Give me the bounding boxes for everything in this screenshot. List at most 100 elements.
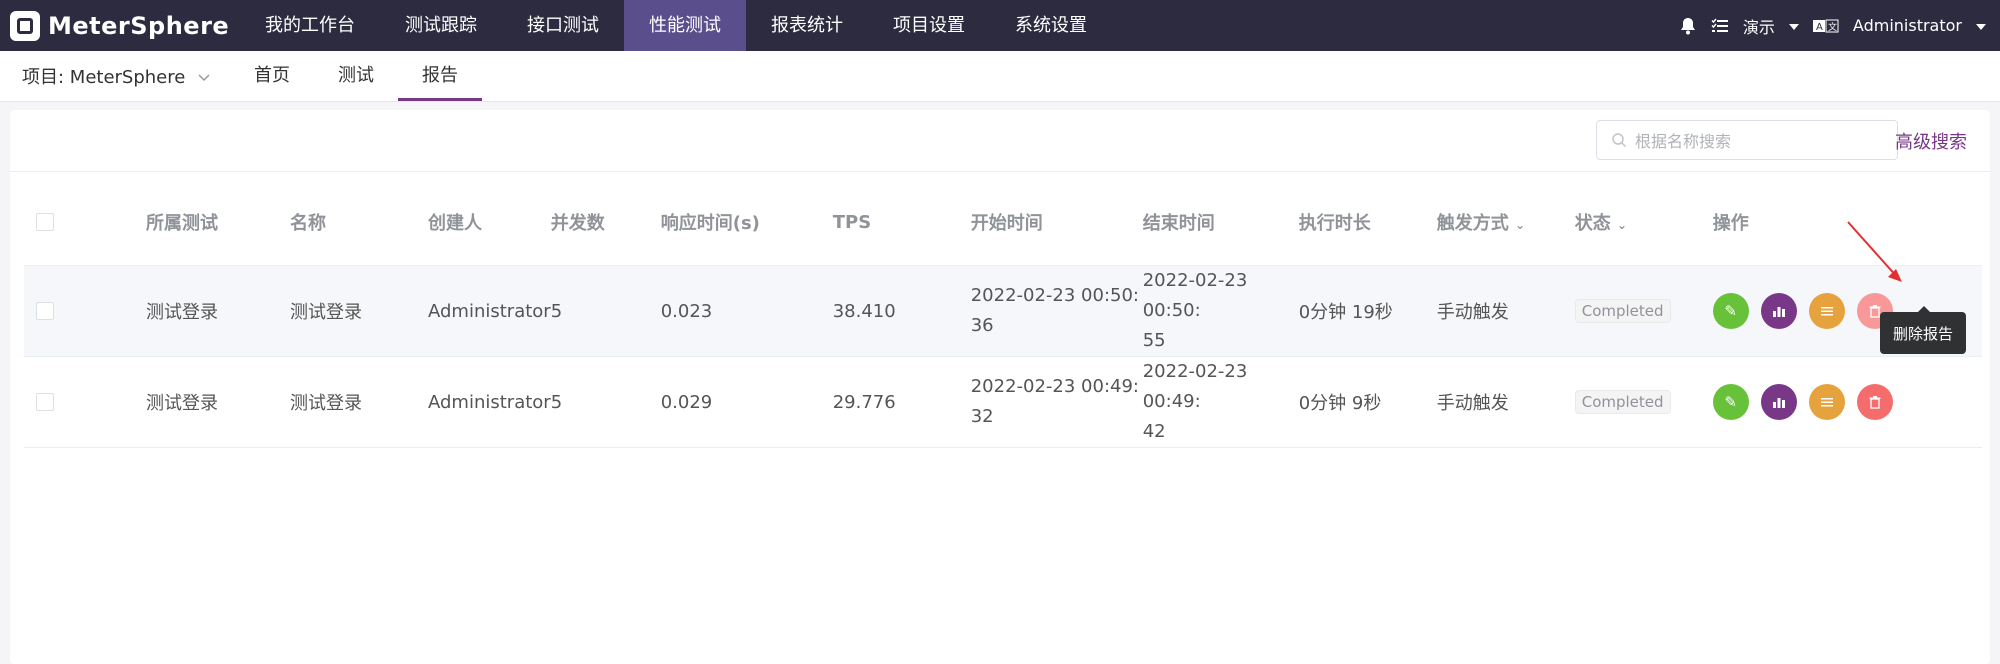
select-all-checkbox[interactable] — [36, 213, 54, 231]
cell-tps: 38.410 — [832, 265, 971, 357]
end-time-line1: 2022-02-23 00:50: — [1142, 270, 1248, 321]
header-duration: 执行时长 — [1298, 179, 1437, 266]
header-concurrency: 并发数 — [550, 179, 661, 266]
search-input[interactable]: 根据名称搜索 — [1596, 120, 1898, 160]
header-trigger[interactable]: 触发方式 ⌄ — [1436, 179, 1575, 266]
tab-home[interactable]: 首页 — [230, 51, 314, 101]
view-report-button[interactable] — [1760, 293, 1797, 329]
top-navigation-bar: MeterSphere 我的工作台 测试跟踪 接口测试 性能测试 报表统计 项目… — [0, 0, 2000, 51]
cell-test: 测试登录 — [146, 356, 290, 448]
cell-trigger: 手动触发 — [1436, 356, 1575, 448]
cell-status: Completed — [1574, 356, 1713, 448]
svg-text:文: 文 — [1828, 21, 1837, 33]
cell-response-time: 0.023 — [660, 265, 833, 357]
annotation-arrow-icon — [1847, 221, 1902, 282]
cell-trigger: 手动触发 — [1436, 265, 1575, 357]
table-row[interactable]: 测试登录 测试登录 Administrator 5 0.023 38.410 2… — [24, 265, 1982, 357]
header-status-label: 状态 — [1574, 213, 1611, 234]
svg-text:A: A — [1816, 22, 1823, 33]
header-end-time: 结束时间 — [1142, 179, 1299, 266]
nav-item-workbench[interactable]: 我的工作台 — [240, 0, 380, 51]
cell-concurrency: 5 — [550, 356, 661, 448]
nav-item-test-tracking[interactable]: 测试跟踪 — [380, 0, 502, 51]
report-table: 所属测试 名称 创建人 并发数 响应时间(s) TPS 开始时间 结束时间 执行… — [24, 179, 1982, 448]
bar-chart-icon — [1772, 307, 1785, 317]
cell-creator: Administrator — [428, 265, 551, 357]
row-checkbox[interactable] — [36, 302, 54, 320]
header-trigger-label: 触发方式 — [1436, 213, 1509, 234]
cell-end-time: 2022-02-23 00:49: 42 — [1142, 356, 1299, 448]
tab-reports[interactable]: 报告 — [398, 51, 482, 101]
header-creator: 创建人 — [428, 179, 551, 266]
nav-item-performance-test[interactable]: 性能测试 — [624, 0, 746, 51]
header-test: 所属测试 — [146, 179, 290, 266]
report-list-card: 根据名称搜索 高级搜索 所属测试 名称 创建人 并发数 响应时间(s) TPS … — [10, 110, 1990, 664]
settings-sliders-icon — [1820, 398, 1833, 407]
chevron-down-icon — [198, 66, 210, 87]
nav-item-system-settings[interactable]: 系统设置 — [990, 0, 1112, 51]
logo-icon — [10, 10, 40, 41]
settings-sliders-icon — [1820, 307, 1833, 316]
cell-status: Completed — [1574, 265, 1713, 357]
card-header: 根据名称搜索 高级搜索 — [10, 110, 1990, 172]
header-start-time: 开始时间 — [970, 179, 1143, 266]
start-time-line2: 36 — [970, 315, 994, 336]
status-badge: Completed — [1574, 299, 1671, 323]
cell-start-time: 2022-02-23 00:49: 32 — [970, 356, 1143, 448]
cell-test: 测试登录 — [146, 265, 290, 357]
nav-item-project-settings[interactable]: 项目设置 — [868, 0, 990, 51]
cell-name: 测试登录 — [290, 265, 428, 357]
start-time-line1: 2022-02-23 00:50: — [970, 285, 1139, 306]
task-list-icon[interactable] — [1711, 17, 1729, 35]
table-header-row: 所属测试 名称 创建人 并发数 响应时间(s) TPS 开始时间 结束时间 执行… — [24, 179, 1982, 266]
advanced-search-link[interactable]: 高级搜索 — [1895, 128, 1967, 154]
cell-tps: 29.776 — [832, 356, 971, 448]
bell-icon[interactable] — [1679, 17, 1697, 35]
start-time-line2: 32 — [970, 406, 994, 427]
user-chevron-down-icon[interactable] — [1976, 21, 1986, 31]
end-time-line2: 55 — [1142, 330, 1166, 351]
row-checkbox[interactable] — [36, 393, 54, 411]
project-selector[interactable]: 项目: MeterSphere — [0, 63, 230, 89]
user-menu[interactable]: Administrator — [1853, 16, 1962, 35]
edit-icon: ✎ — [1724, 393, 1737, 411]
end-time-line1: 2022-02-23 00:49: — [1142, 361, 1248, 412]
config-button[interactable] — [1808, 293, 1845, 329]
delete-report-tooltip: 删除报告 — [1880, 306, 1966, 354]
language-icon[interactable]: A文 — [1812, 18, 1839, 34]
cell-duration: 0分钟 19秒 — [1298, 265, 1437, 357]
header-status[interactable]: 状态 ⌄ — [1574, 179, 1713, 266]
cell-concurrency: 5 — [550, 265, 661, 357]
cell-start-time: 2022-02-23 00:50: 36 — [970, 265, 1143, 357]
cell-actions: ✎ — [1712, 356, 1982, 448]
search-placeholder: 根据名称搜索 — [1635, 132, 1732, 151]
start-time-line1: 2022-02-23 00:49: — [970, 376, 1139, 397]
edit-button[interactable]: ✎ — [1712, 293, 1749, 329]
edit-button[interactable]: ✎ — [1712, 384, 1749, 420]
cell-end-time: 2022-02-23 00:50: 55 — [1142, 265, 1299, 357]
nav-item-api-test[interactable]: 接口测试 — [502, 0, 624, 51]
end-time-line2: 42 — [1142, 421, 1166, 442]
workspace-switcher[interactable]: 演示 — [1743, 14, 1775, 38]
top-right-controls: 演示 A文 Administrator — [1679, 0, 1986, 51]
table-row[interactable]: 测试登录 测试登录 Administrator 5 0.029 29.776 2… — [24, 356, 1982, 448]
cell-name: 测试登录 — [290, 356, 428, 448]
config-button[interactable] — [1808, 384, 1845, 420]
status-filter-icon[interactable]: ⌄ — [1617, 218, 1627, 232]
delete-button[interactable] — [1856, 384, 1893, 420]
main-nav: 我的工作台 测试跟踪 接口测试 性能测试 报表统计 项目设置 系统设置 — [240, 0, 1112, 51]
header-tps: TPS — [832, 179, 971, 266]
filter-icon[interactable]: ⌄ — [1515, 218, 1525, 232]
nav-item-reports[interactable]: 报表统计 — [746, 0, 868, 51]
cell-response-time: 0.029 — [660, 356, 833, 448]
app-logo[interactable]: MeterSphere — [0, 10, 240, 41]
sub-navigation-bar: 项目: MeterSphere 首页 测试 报告 — [0, 51, 2000, 102]
cell-duration: 0分钟 9秒 — [1298, 356, 1437, 448]
chevron-down-icon[interactable] — [1788, 21, 1799, 31]
bar-chart-icon — [1772, 398, 1785, 408]
header-response-time: 响应时间(s) — [660, 179, 833, 266]
view-report-button[interactable] — [1760, 384, 1797, 420]
tab-tests[interactable]: 测试 — [314, 51, 398, 101]
trash-icon — [1869, 396, 1881, 409]
status-badge: Completed — [1574, 390, 1671, 414]
